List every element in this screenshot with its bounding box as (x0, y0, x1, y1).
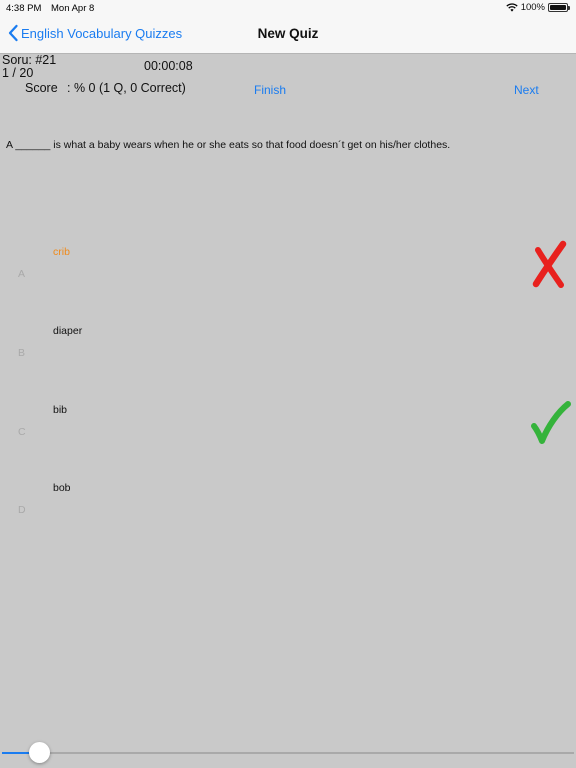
battery-icon (548, 3, 570, 12)
finish-button[interactable]: Finish (254, 83, 286, 97)
quiz-progress: 1 / 20 (2, 66, 34, 80)
cross-mark-icon (532, 240, 567, 288)
score-value: : % 0 (1 Q, 0 Correct) (67, 81, 186, 95)
choice-b-text[interactable]: diaper (53, 325, 82, 337)
slider-track[interactable] (38, 752, 574, 754)
status-date: Mon Apr 8 (51, 3, 95, 14)
choice-a-letter: A (18, 268, 26, 280)
slider-thumb[interactable] (29, 742, 50, 763)
score-label: Score (25, 81, 58, 95)
page-title: New Quiz (257, 26, 319, 41)
check-mark-icon (531, 401, 571, 444)
quiz-timer: 00:00:08 (144, 59, 193, 73)
status-time: 4:38 PM (6, 3, 42, 14)
question-number: Soru: #21 (2, 53, 57, 67)
question-text: A ______ is what a baby wears when he or… (6, 139, 451, 151)
status-indicators: 100% (506, 2, 570, 13)
wifi-icon (506, 3, 518, 12)
choice-c-letter: C (18, 426, 26, 438)
choice-a-text[interactable]: crib (53, 246, 70, 258)
next-button[interactable]: Next (514, 83, 539, 97)
choice-d-text[interactable]: bob (53, 482, 71, 494)
choice-c-text[interactable]: bib (53, 404, 67, 416)
choice-d-letter: D (18, 504, 26, 516)
battery-percent: 100% (520, 2, 545, 13)
choice-b-letter: B (18, 347, 26, 359)
